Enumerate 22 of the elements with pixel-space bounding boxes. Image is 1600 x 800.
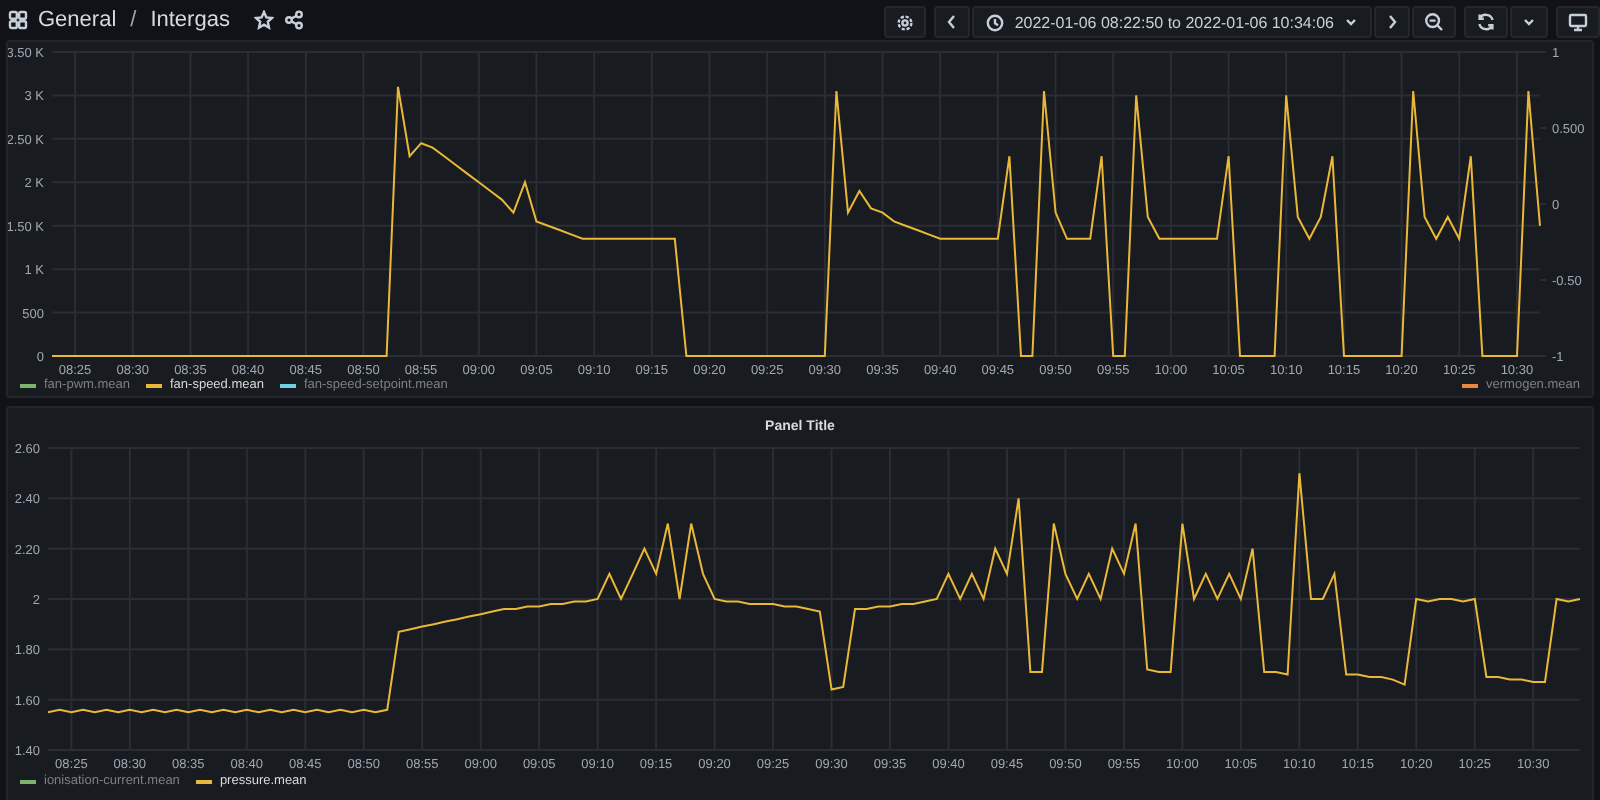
settings-icon xyxy=(896,13,915,31)
share-icon[interactable] xyxy=(283,10,304,30)
zoom-out-icon xyxy=(1424,12,1444,32)
time-range-picker[interactable]: 2022-01-06 08:22:50 to 2022-01-06 10:34:06 xyxy=(972,6,1372,38)
view-mode-button[interactable] xyxy=(1556,6,1600,38)
clock-icon xyxy=(986,13,1005,31)
breadcrumb-separator: / xyxy=(130,8,137,32)
dashboard-title[interactable]: Intergas xyxy=(150,8,230,32)
chevron-right-icon xyxy=(1386,14,1398,30)
refresh-button[interactable] xyxy=(1464,6,1508,38)
zoom-out-button[interactable] xyxy=(1412,6,1456,38)
caret-icon xyxy=(1344,16,1358,28)
grid-icon[interactable] xyxy=(8,10,28,30)
monitor-icon xyxy=(1568,12,1588,32)
refresh-icon xyxy=(1476,12,1496,32)
folder-link[interactable]: General xyxy=(38,8,117,32)
caret-icon xyxy=(1522,16,1536,28)
chevron-left-icon xyxy=(946,14,959,30)
star-icon[interactable] xyxy=(253,10,274,30)
settings-button[interactable] xyxy=(884,6,927,38)
next-button[interactable] xyxy=(1374,6,1410,38)
previous-button[interactable] xyxy=(934,6,971,38)
